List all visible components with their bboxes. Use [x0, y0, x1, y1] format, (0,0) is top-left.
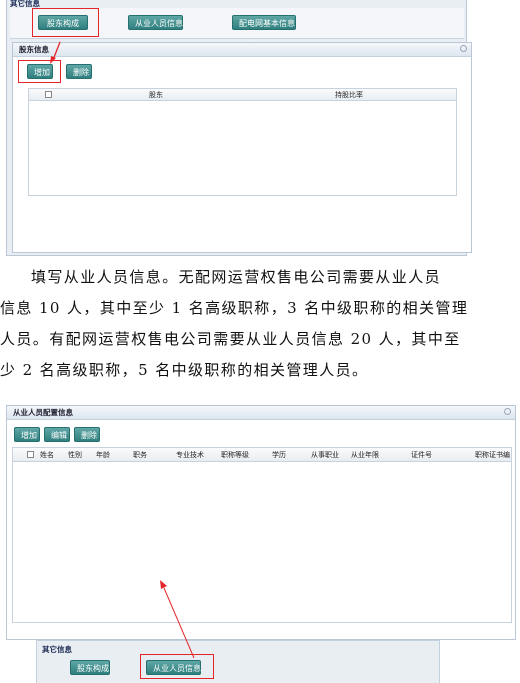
staff-panel-title: 从业人员配置信息	[13, 408, 73, 417]
panel-collapse-icon[interactable]	[460, 45, 467, 52]
red-arrow-icon	[50, 41, 61, 64]
column-header-share-ratio: 持股比率	[335, 91, 363, 99]
instruction-paragraph: 填写从业人员信息。无配网运营权售电公司需要从业人员 信息 10 人，其中至少 1…	[0, 262, 520, 386]
tab-shareholder-composition[interactable]: 股东构成	[70, 660, 110, 675]
staff-delete-button[interactable]: 删除	[74, 427, 100, 442]
staff-grid: 姓名 性别 年龄 职务 专业技术 职称等级 学历 从事职业 从业年限 证件号 职…	[12, 447, 512, 623]
highlight-box-shareholder-tab	[32, 8, 99, 37]
column-header-years: 从业年限	[351, 451, 379, 459]
column-header-gender: 性别	[68, 451, 82, 459]
panel-collapse-icon[interactable]	[504, 408, 511, 415]
staff-panel-header: 从业人员配置信息	[7, 406, 515, 420]
column-header-professional-tech: 专业技术	[176, 451, 204, 459]
paragraph-line-4: 少 2 名高级职称，5 名中级职称的相关管理人员。	[0, 361, 369, 379]
staff-panel: 从业人员配置信息 增加 编辑 删除 姓名 性别 年龄 职务 专业技术 职称等级 …	[6, 405, 516, 640]
column-header-title-level: 职称等级	[221, 451, 249, 459]
select-all-checkbox[interactable]	[27, 451, 34, 458]
column-header-position: 职务	[133, 451, 147, 459]
staff-grid-header: 姓名 性别 年龄 职务 专业技术 职称等级 学历 从事职业 从业年限 证件号 职…	[13, 448, 511, 462]
shareholder-grid-header: 股东 持股比率	[29, 89, 456, 101]
staff-add-button[interactable]: 增加	[14, 427, 40, 442]
select-all-checkbox[interactable]	[45, 91, 52, 98]
shareholder-panel: 股东信息 增加 删除 股东 持股比率	[12, 42, 472, 253]
tab-staff-info[interactable]: 从业人员信息	[128, 15, 183, 30]
paragraph-line-2: 信息 10 人，其中至少 1 名高级职称，3 名中级职称的相关管理	[0, 299, 469, 317]
shareholder-panel-header: 股东信息	[13, 43, 471, 57]
section-label-other-info: 其它信息	[42, 645, 72, 654]
column-header-shareholder: 股东	[149, 91, 163, 99]
staff-edit-button[interactable]: 编辑	[44, 427, 70, 442]
red-arrow-icon	[160, 580, 195, 659]
column-header-name: 姓名	[40, 451, 54, 459]
column-header-id-number: 证件号	[411, 451, 432, 459]
column-header-occupation: 从事职业	[311, 451, 339, 459]
shareholder-grid: 股东 持股比率	[28, 88, 457, 196]
bottom-screenshot: 从业人员配置信息 增加 编辑 删除 姓名 性别 年龄 职务 专业技术 职称等级 …	[0, 400, 520, 683]
column-header-certificate: 职称证书编	[475, 451, 510, 459]
column-header-education: 学历	[272, 451, 286, 459]
paragraph-line-3: 人员。有配网运营权售电公司需要从业人员信息 20 人，其中至	[0, 330, 461, 348]
tab-distribution-network-info[interactable]: 配电网基本信息	[232, 15, 296, 30]
column-header-age: 年龄	[96, 451, 110, 459]
paragraph-line-1: 填写从业人员信息。无配网运营权售电公司需要从业人员	[31, 268, 442, 286]
top-screenshot: 其它信息 股东构成 从业人员信息 配电网基本信息 股东信息 增加 删除 股东 持…	[0, 0, 520, 258]
